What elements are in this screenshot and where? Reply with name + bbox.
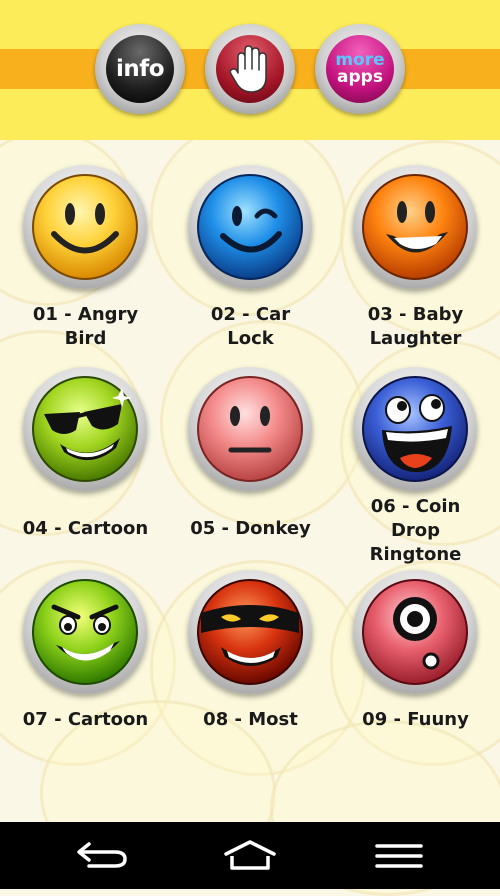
sound-item-05[interactable]: 05 - Donkey — [168, 367, 333, 547]
sound-item-04[interactable]: 04 - Cartoon — [3, 367, 168, 547]
navigation-bar — [0, 822, 500, 889]
header-bar: info more apps — [0, 0, 500, 140]
ninja-face-icon — [197, 579, 303, 685]
sound-label-line1: 04 - Cartoon — [22, 518, 149, 539]
sound-label-line1: 01 - Angry — [32, 304, 139, 325]
sound-label-line1: 03 - Baby — [367, 304, 464, 325]
sound-label-line1: 08 - Most — [203, 709, 298, 730]
red-cyclops-face-icon — [362, 579, 468, 685]
home-icon[interactable] — [222, 838, 278, 872]
sound-label-line2: Laughter — [369, 328, 462, 349]
more-apps-button[interactable]: more apps — [315, 24, 405, 114]
sound-label-line1: 06 - Coin — [370, 496, 461, 517]
info-button[interactable]: info — [95, 24, 185, 114]
sound-label-line1: 02 - Car — [210, 304, 291, 325]
more-apps-label-line2: apps — [337, 67, 383, 87]
sound-item-02[interactable]: 02 - Car Lock — [168, 165, 333, 355]
sound-label-line2: Bird — [64, 328, 107, 349]
sound-label-line2: Lock — [227, 328, 274, 349]
sound-label-line1: 07 - Cartoon — [22, 709, 149, 730]
sound-item-01[interactable]: 01 - Angry Bird — [3, 165, 168, 355]
more-apps-label: more apps — [335, 52, 384, 86]
pink-neutral-face-icon — [197, 376, 303, 482]
sound-item-07[interactable]: 07 - Cartoon — [3, 570, 168, 740]
sound-label-line1: 05 - Donkey — [190, 518, 311, 539]
sound-item-06[interactable]: 06 - Coin Drop Ringtone — [333, 367, 498, 567]
recent-apps-icon[interactable] — [375, 842, 423, 870]
sound-item-03[interactable]: 03 - Baby Laughter — [333, 165, 498, 355]
blue-laughing-face-icon — [362, 376, 468, 482]
stop-hand-icon — [229, 45, 267, 93]
green-evil-face-icon — [32, 579, 138, 685]
info-label: info — [115, 56, 165, 82]
sound-label-line1: 09 - Fuuny — [362, 709, 469, 730]
orange-grin-face-icon — [362, 174, 468, 280]
sound-item-09[interactable]: 09 - Fuuny — [333, 570, 498, 740]
sound-label-line3: Ringtone — [369, 544, 462, 565]
yellow-smile-face-icon — [32, 174, 138, 280]
sound-label-line2: Drop — [390, 520, 441, 541]
green-sunglasses-face-icon — [32, 376, 138, 482]
sound-item-08[interactable]: 08 - Most — [168, 570, 333, 740]
stop-button[interactable] — [205, 24, 295, 114]
back-icon[interactable] — [75, 840, 129, 870]
blue-wink-face-icon — [197, 174, 303, 280]
